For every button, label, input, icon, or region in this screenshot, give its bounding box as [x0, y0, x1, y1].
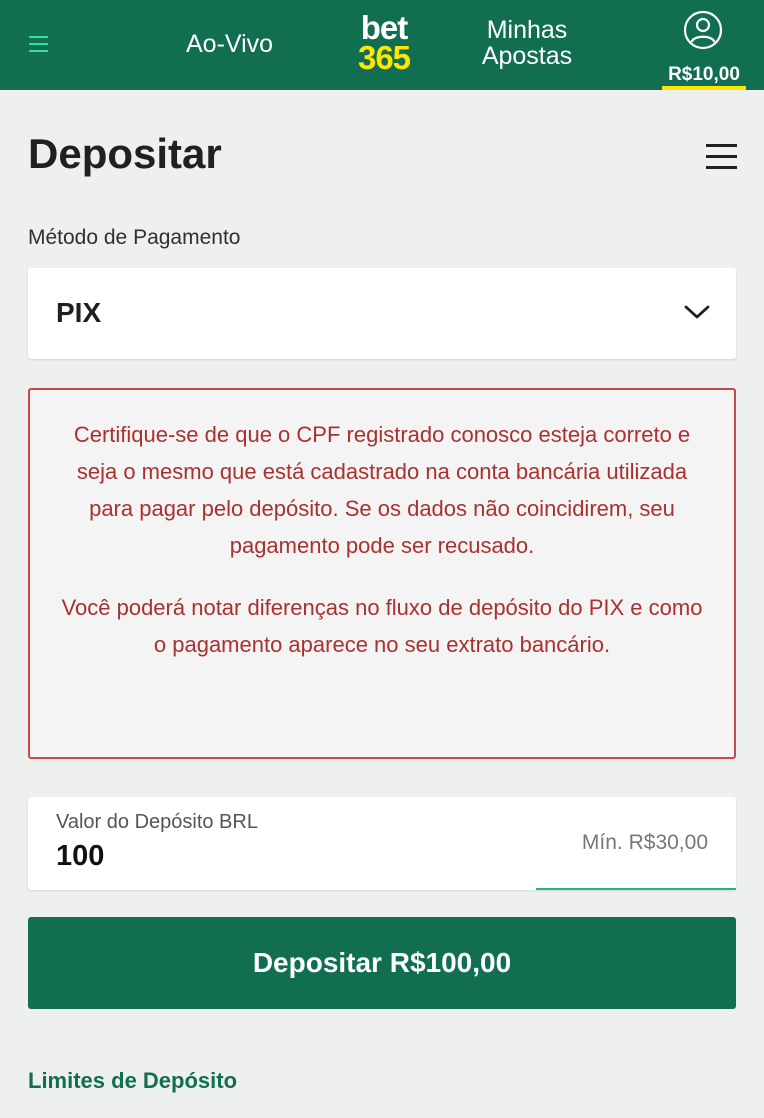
account-button[interactable]: R$10,00: [660, 8, 748, 90]
account-balance: R$10,00: [668, 64, 740, 85]
my-bets-label-line1: Minhas: [486, 16, 568, 44]
bet365-logo[interactable]: bet 365: [349, 9, 419, 76]
deposit-amount-field[interactable]: Valor do Depósito BRL 100 Mín. R$30,00: [28, 797, 736, 890]
payment-method-select[interactable]: PIX: [28, 268, 736, 359]
chevron-down-icon: [684, 305, 710, 319]
top-bar: Ao-Vivo bet 365 Minhas Apostas R$10,00: [0, 0, 764, 90]
page-title: Depositar: [28, 130, 222, 177]
menu-lines-icon[interactable]: [706, 142, 738, 172]
cpf-warning-notice: Certifique-se de que o CPF registrado co…: [28, 388, 736, 759]
deposit-amount-label: Valor do Depósito BRL: [56, 811, 258, 833]
deposit-amount-value[interactable]: 100: [56, 840, 104, 873]
hamburger-icon[interactable]: [29, 34, 49, 54]
payment-method-value: PIX: [56, 297, 102, 328]
payment-method-label: Método de Pagamento: [28, 226, 241, 249]
logo-text-top: bet: [360, 9, 409, 46]
nav-my-bets-link[interactable]: Minhas Apostas: [470, 17, 584, 69]
warning-paragraph-pix: Você poderá notar diferenças no fluxo de…: [61, 595, 703, 657]
nav-live-link[interactable]: Ao-Vivo: [186, 30, 273, 59]
deposit-limits-link[interactable]: Limites de Depósito: [28, 1068, 237, 1094]
deposit-button[interactable]: Depositar R$100,00: [28, 917, 736, 1009]
logo-text-bottom: 365: [357, 39, 411, 76]
user-circle-icon: [683, 10, 723, 50]
warning-paragraph-cpf: Certifique-se de que o CPF registrado co…: [73, 422, 691, 558]
account-active-underline: [662, 86, 746, 90]
my-bets-label-line2: Apostas: [481, 42, 573, 70]
field-focus-line: [536, 888, 736, 890]
deposit-minimum: Mín. R$30,00: [581, 831, 708, 854]
